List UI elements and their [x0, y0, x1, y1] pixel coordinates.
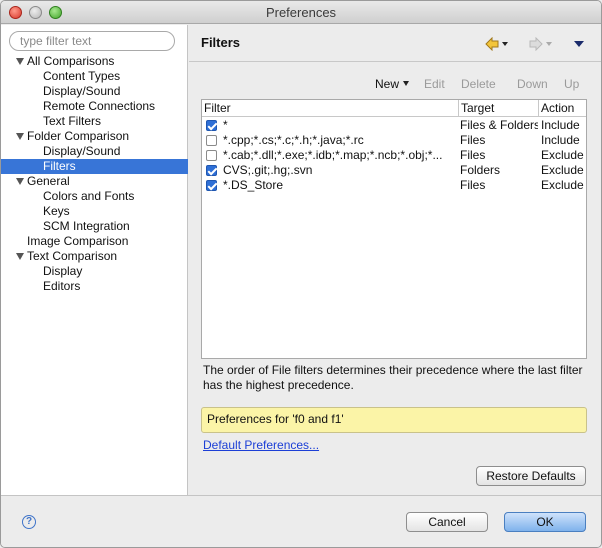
down-button[interactable]: Down: [517, 77, 548, 91]
delete-button[interactable]: Delete: [461, 77, 496, 91]
filters-table: Filter Target Action * Files & Folders I…: [201, 99, 587, 359]
table-row[interactable]: *.cab;*.dll;*.exe;*.idb;*.map;*.ncb;*.ob…: [202, 148, 586, 163]
preferences-window: Preferences All Comparisons Content Type…: [0, 0, 602, 548]
edit-button[interactable]: Edit: [424, 77, 445, 91]
preferences-context-box: Preferences for 'f0 and f1': [201, 407, 587, 433]
tree-item-label: Keys: [43, 204, 70, 218]
tree-item-content-types[interactable]: Content Types: [1, 69, 188, 84]
action-cell: Exclude: [541, 163, 584, 177]
table-row[interactable]: *.DS_Store Files Exclude: [202, 178, 586, 193]
default-preferences-link[interactable]: Default Preferences...: [203, 438, 319, 452]
action-cell: Include: [541, 133, 580, 147]
tree-item-scm-integration[interactable]: SCM Integration: [1, 219, 188, 234]
tree-item-label: All Comparisons: [27, 54, 115, 68]
up-button[interactable]: Up: [564, 77, 579, 91]
target-cell: Files: [460, 148, 486, 162]
tree-item-label: Content Types: [43, 69, 121, 83]
tree-item-label: Remote Connections: [43, 99, 156, 113]
tree-item-image-comparison[interactable]: Image Comparison: [1, 234, 188, 249]
tree-item-all-comparisons[interactable]: All Comparisons: [1, 54, 188, 69]
expand-triangle-icon[interactable]: [16, 58, 24, 65]
enabled-checkbox[interactable]: [206, 150, 217, 161]
tree-item-label: Display/Sound: [43, 144, 121, 158]
tree-item-label: Display: [43, 264, 83, 278]
tree-item-folder-display-sound[interactable]: Display/Sound: [1, 144, 188, 159]
enabled-checkbox[interactable]: [206, 180, 217, 191]
tree-item-remote-connections[interactable]: Remote Connections: [1, 99, 188, 114]
tree-item-editors[interactable]: Editors: [1, 279, 188, 294]
back-arrow-icon[interactable]: [485, 36, 509, 52]
help-icon[interactable]: ?: [22, 515, 36, 529]
filter-cell: *.cab;*.dll;*.exe;*.idb;*.map;*.ncb;*.ob…: [223, 148, 443, 162]
column-header-filter[interactable]: Filter: [202, 100, 459, 116]
header-divider: [189, 61, 601, 62]
chevron-down-icon: [403, 81, 410, 86]
target-cell: Files: [460, 133, 486, 147]
filter-cell: *.cpp;*.cs;*.c;*.h;*.java;*.rc: [223, 133, 364, 147]
tree-item-display[interactable]: Display: [1, 264, 188, 279]
enabled-checkbox[interactable]: [206, 165, 217, 176]
ok-button[interactable]: OK: [504, 512, 586, 532]
tree-item-label: General: [27, 174, 70, 188]
preference-tree: All Comparisons Content Types Display/So…: [1, 54, 188, 294]
tree-item-label: SCM Integration: [43, 219, 130, 233]
tree-item-display-sound[interactable]: Display/Sound: [1, 84, 188, 99]
tree-item-label: Image Comparison: [27, 234, 129, 248]
title-bar: Preferences: [1, 1, 601, 24]
table-row[interactable]: *.cpp;*.cs;*.c;*.h;*.java;*.rc Files Inc…: [202, 133, 586, 148]
tree-item-text-filters[interactable]: Text Filters: [1, 114, 188, 129]
expand-triangle-icon[interactable]: [16, 178, 24, 185]
window-title: Preferences: [265, 5, 337, 20]
tree-item-label: Folder Comparison: [27, 129, 130, 143]
restore-defaults-button[interactable]: Restore Defaults: [476, 466, 586, 486]
tree-item-text-comparison[interactable]: Text Comparison: [1, 249, 188, 264]
page-title: Filters: [201, 35, 241, 50]
tree-item-label: Display/Sound: [43, 84, 121, 98]
filter-cell: CVS;.git;.hg;.svn: [223, 163, 313, 177]
filter-order-description: The order of File filters determines the…: [203, 363, 583, 392]
action-cell: Exclude: [541, 148, 584, 162]
column-header-target[interactable]: Target: [459, 100, 539, 116]
tree-item-colors-and-fonts[interactable]: Colors and Fonts: [1, 189, 188, 204]
filter-cell: *.DS_Store: [223, 178, 284, 192]
enabled-checkbox[interactable]: [206, 135, 217, 146]
tree-item-label: Filters: [43, 159, 76, 173]
new-button-label: New: [375, 77, 400, 91]
tree-item-label: Text Comparison: [27, 249, 118, 263]
target-cell: Files: [460, 178, 486, 192]
filter-text-input[interactable]: [9, 31, 175, 51]
expand-triangle-icon[interactable]: [16, 133, 24, 140]
tree-item-filters[interactable]: Filters: [1, 159, 188, 174]
view-menu-icon[interactable]: [573, 37, 585, 51]
target-cell: Folders: [460, 163, 501, 177]
new-button[interactable]: New: [375, 77, 410, 91]
expand-triangle-icon[interactable]: [16, 253, 24, 260]
table-row[interactable]: CVS;.git;.hg;.svn Folders Exclude: [202, 163, 586, 178]
tree-item-label: Editors: [43, 279, 81, 293]
forward-arrow-icon[interactable]: [529, 36, 553, 52]
target-cell: Files & Folders: [460, 118, 538, 132]
table-header: Filter Target Action: [202, 100, 586, 117]
action-cell: Exclude: [541, 178, 584, 192]
cancel-button[interactable]: Cancel: [406, 512, 488, 532]
filter-cell: *: [223, 118, 228, 132]
tree-item-label: Colors and Fonts: [43, 189, 135, 203]
enabled-checkbox[interactable]: [206, 120, 217, 131]
tree-item-general[interactable]: General: [1, 174, 188, 189]
action-cell: Include: [541, 118, 580, 132]
tree-item-label: Text Filters: [43, 114, 102, 128]
tree-item-folder-comparison[interactable]: Folder Comparison: [1, 129, 188, 144]
table-row[interactable]: * Files & Folders Include: [202, 118, 586, 133]
column-header-action[interactable]: Action: [539, 100, 587, 116]
tree-item-keys[interactable]: Keys: [1, 204, 188, 219]
sidebar: All Comparisons Content Types Display/So…: [1, 25, 188, 495]
